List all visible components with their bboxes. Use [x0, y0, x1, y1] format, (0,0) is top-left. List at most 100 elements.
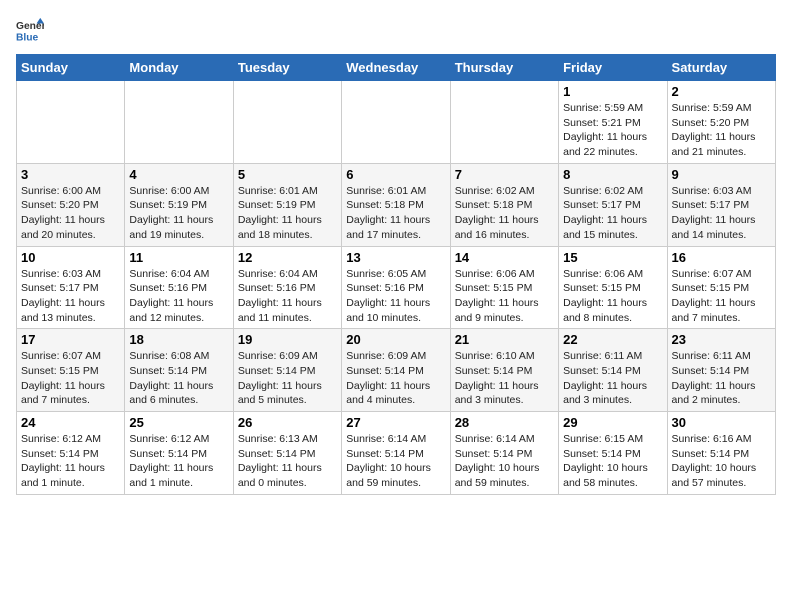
calendar-cell: 29 Sunrise: 6:15 AM Sunset: 5:14 PM Dayli…: [559, 412, 667, 495]
day-number: 3: [21, 167, 120, 182]
day-number: 18: [129, 332, 228, 347]
day-info: Sunrise: 6:16 AM Sunset: 5:14 PM Dayligh…: [672, 432, 771, 491]
day-info: Sunrise: 6:11 AM Sunset: 5:14 PM Dayligh…: [563, 349, 662, 408]
day-info: Sunrise: 6:02 AM Sunset: 5:18 PM Dayligh…: [455, 184, 554, 243]
day-number: 10: [21, 250, 120, 265]
weekday-header-sunday: Sunday: [17, 55, 125, 81]
calendar-cell: 28Sunrise: 6:14 AM Sunset: 5:14 PM Dayli…: [450, 412, 558, 495]
day-number: 9: [672, 167, 771, 182]
calendar-cell: 9 Sunrise: 6:03 AM Sunset: 5:17 PM Daylig…: [667, 163, 775, 246]
calendar-cell: 20 Sunrise: 6:09 AM Sunset: 5:14 PM Dayli…: [342, 329, 450, 412]
calendar-cell: 11 Sunrise: 6:04 AM Sunset: 5:16 PM Dayli…: [125, 246, 233, 329]
day-info: Sunrise: 6:09 AM Sunset: 5:14 PM Dayligh…: [346, 349, 445, 408]
day-info: Sunrise: 6:06 AM Sunset: 5:15 PM Dayligh…: [455, 267, 554, 326]
day-info: Sunrise: 6:00 AM Sunset: 5:19 PM Dayligh…: [129, 184, 228, 243]
day-info: Sunrise: 6:04 AM Sunset: 5:16 PM Dayligh…: [238, 267, 337, 326]
calendar-cell: [342, 81, 450, 164]
calendar-week-1: 1 Sunrise: 5:59 AM Sunset: 5:21 PM Daylig…: [17, 81, 776, 164]
calendar-cell: 13 Sunrise: 6:05 AM Sunset: 5:16 PM Dayli…: [342, 246, 450, 329]
day-info: Sunrise: 6:10 AM Sunset: 5:14 PM Dayligh…: [455, 349, 554, 408]
page-header: General Blue: [16, 16, 776, 44]
day-info: Sunrise: 5:59 AM Sunset: 5:20 PM Dayligh…: [672, 101, 771, 160]
calendar-cell: 14Sunrise: 6:06 AM Sunset: 5:15 PM Dayli…: [450, 246, 558, 329]
day-info: Sunrise: 6:06 AM Sunset: 5:15 PM Dayligh…: [563, 267, 662, 326]
day-number: 30: [672, 415, 771, 430]
day-number: 5: [238, 167, 337, 182]
calendar-week-5: 24 Sunrise: 6:12 AM Sunset: 5:14 PM Dayli…: [17, 412, 776, 495]
calendar-cell: 3Sunrise: 6:00 AM Sunset: 5:20 PM Daylig…: [17, 163, 125, 246]
calendar-cell: 10 Sunrise: 6:03 AM Sunset: 5:17 PM Dayli…: [17, 246, 125, 329]
calendar-cell: 27 Sunrise: 6:14 AM Sunset: 5:14 PM Dayli…: [342, 412, 450, 495]
weekday-header-saturday: Saturday: [667, 55, 775, 81]
day-info: Sunrise: 6:07 AM Sunset: 5:15 PM Dayligh…: [21, 349, 120, 408]
day-info: Sunrise: 5:59 AM Sunset: 5:21 PM Dayligh…: [563, 101, 662, 160]
weekday-header-monday: Monday: [125, 55, 233, 81]
weekday-header-thursday: Thursday: [450, 55, 558, 81]
day-info: Sunrise: 6:03 AM Sunset: 5:17 PM Dayligh…: [672, 184, 771, 243]
day-info: Sunrise: 6:08 AM Sunset: 5:14 PM Dayligh…: [129, 349, 228, 408]
logo: General Blue: [16, 16, 44, 44]
day-number: 27: [346, 415, 445, 430]
day-number: 4: [129, 167, 228, 182]
calendar-cell: 7 Sunrise: 6:02 AM Sunset: 5:18 PM Daylig…: [450, 163, 558, 246]
calendar-cell: 12 Sunrise: 6:04 AM Sunset: 5:16 PM Dayli…: [233, 246, 341, 329]
day-info: Sunrise: 6:15 AM Sunset: 5:14 PM Dayligh…: [563, 432, 662, 491]
day-number: 11: [129, 250, 228, 265]
calendar-cell: 26 Sunrise: 6:13 AM Sunset: 5:14 PM Dayli…: [233, 412, 341, 495]
calendar-week-3: 10 Sunrise: 6:03 AM Sunset: 5:17 PM Dayli…: [17, 246, 776, 329]
day-number: 20: [346, 332, 445, 347]
day-number: 24: [21, 415, 120, 430]
logo-icon: General Blue: [16, 16, 44, 44]
calendar-cell: 4 Sunrise: 6:00 AM Sunset: 5:19 PM Daylig…: [125, 163, 233, 246]
calendar-cell: 6 Sunrise: 6:01 AM Sunset: 5:18 PM Daylig…: [342, 163, 450, 246]
day-number: 21: [455, 332, 554, 347]
day-info: Sunrise: 6:05 AM Sunset: 5:16 PM Dayligh…: [346, 267, 445, 326]
day-number: 28: [455, 415, 554, 430]
calendar-cell: 22 Sunrise: 6:11 AM Sunset: 5:14 PM Dayli…: [559, 329, 667, 412]
day-number: 15: [563, 250, 662, 265]
day-number: 13: [346, 250, 445, 265]
calendar-header-row: SundayMondayTuesdayWednesdayThursdayFrid…: [17, 55, 776, 81]
day-info: Sunrise: 6:03 AM Sunset: 5:17 PM Dayligh…: [21, 267, 120, 326]
calendar-cell: [233, 81, 341, 164]
day-info: Sunrise: 6:12 AM Sunset: 5:14 PM Dayligh…: [21, 432, 120, 491]
day-number: 29: [563, 415, 662, 430]
day-number: 19: [238, 332, 337, 347]
day-number: 6: [346, 167, 445, 182]
day-number: 23: [672, 332, 771, 347]
day-info: Sunrise: 6:13 AM Sunset: 5:14 PM Dayligh…: [238, 432, 337, 491]
svg-text:Blue: Blue: [16, 32, 39, 43]
calendar-cell: [125, 81, 233, 164]
day-info: Sunrise: 6:14 AM Sunset: 5:14 PM Dayligh…: [346, 432, 445, 491]
weekday-header-tuesday: Tuesday: [233, 55, 341, 81]
calendar-cell: 25Sunrise: 6:12 AM Sunset: 5:14 PM Dayli…: [125, 412, 233, 495]
day-number: 22: [563, 332, 662, 347]
calendar-cell: 19 Sunrise: 6:09 AM Sunset: 5:14 PM Dayli…: [233, 329, 341, 412]
calendar-cell: 17 Sunrise: 6:07 AM Sunset: 5:15 PM Dayli…: [17, 329, 125, 412]
weekday-header-wednesday: Wednesday: [342, 55, 450, 81]
day-info: Sunrise: 6:09 AM Sunset: 5:14 PM Dayligh…: [238, 349, 337, 408]
day-number: 2: [672, 84, 771, 99]
calendar-cell: 15 Sunrise: 6:06 AM Sunset: 5:15 PM Dayli…: [559, 246, 667, 329]
calendar-cell: 30 Sunrise: 6:16 AM Sunset: 5:14 PM Dayli…: [667, 412, 775, 495]
calendar-cell: 8Sunrise: 6:02 AM Sunset: 5:17 PM Daylig…: [559, 163, 667, 246]
day-info: Sunrise: 6:01 AM Sunset: 5:18 PM Dayligh…: [346, 184, 445, 243]
day-number: 17: [21, 332, 120, 347]
day-number: 12: [238, 250, 337, 265]
calendar-cell: 21 Sunrise: 6:10 AM Sunset: 5:14 PM Dayli…: [450, 329, 558, 412]
day-number: 8: [563, 167, 662, 182]
calendar-cell: [17, 81, 125, 164]
weekday-header-friday: Friday: [559, 55, 667, 81]
day-number: 1: [563, 84, 662, 99]
day-number: 26: [238, 415, 337, 430]
calendar-cell: [450, 81, 558, 164]
calendar-week-4: 17 Sunrise: 6:07 AM Sunset: 5:15 PM Dayli…: [17, 329, 776, 412]
calendar-cell: 18 Sunrise: 6:08 AM Sunset: 5:14 PM Dayli…: [125, 329, 233, 412]
calendar-cell: 1 Sunrise: 5:59 AM Sunset: 5:21 PM Daylig…: [559, 81, 667, 164]
day-number: 25: [129, 415, 228, 430]
calendar-cell: 23 Sunrise: 6:11 AM Sunset: 5:14 PM Dayli…: [667, 329, 775, 412]
day-info: Sunrise: 6:04 AM Sunset: 5:16 PM Dayligh…: [129, 267, 228, 326]
calendar-cell: 2 Sunrise: 5:59 AM Sunset: 5:20 PM Daylig…: [667, 81, 775, 164]
day-number: 7: [455, 167, 554, 182]
day-info: Sunrise: 6:11 AM Sunset: 5:14 PM Dayligh…: [672, 349, 771, 408]
